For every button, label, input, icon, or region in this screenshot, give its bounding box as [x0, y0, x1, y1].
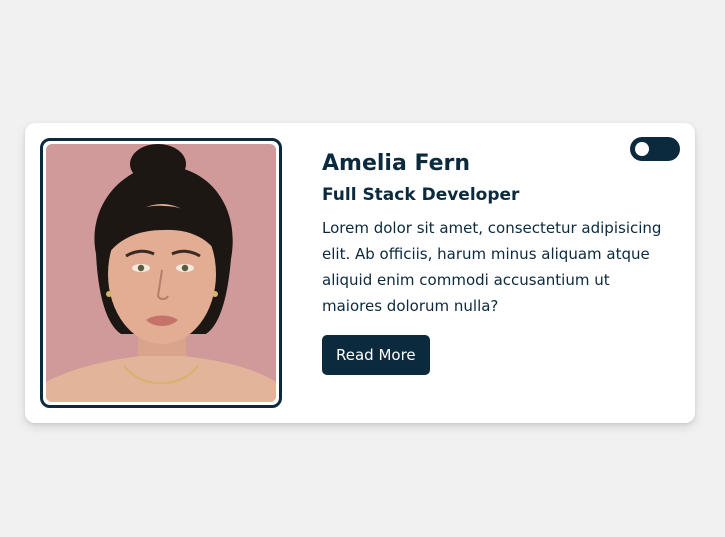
read-more-button[interactable]: Read More [322, 335, 430, 375]
profile-photo-frame [40, 138, 282, 408]
profile-role: Full Stack Developer [322, 185, 520, 205]
profile-card: Amelia Fern Full Stack Developer Lorem d… [25, 123, 695, 423]
profile-photo [46, 144, 276, 402]
profile-content: Amelia Fern Full Stack Developer Lorem d… [322, 149, 677, 375]
profile-bio: Lorem dolor sit amet, consectetur adipis… [322, 219, 662, 315]
profile-name: Amelia Fern [322, 151, 471, 176]
portrait-photo-icon [46, 144, 276, 402]
